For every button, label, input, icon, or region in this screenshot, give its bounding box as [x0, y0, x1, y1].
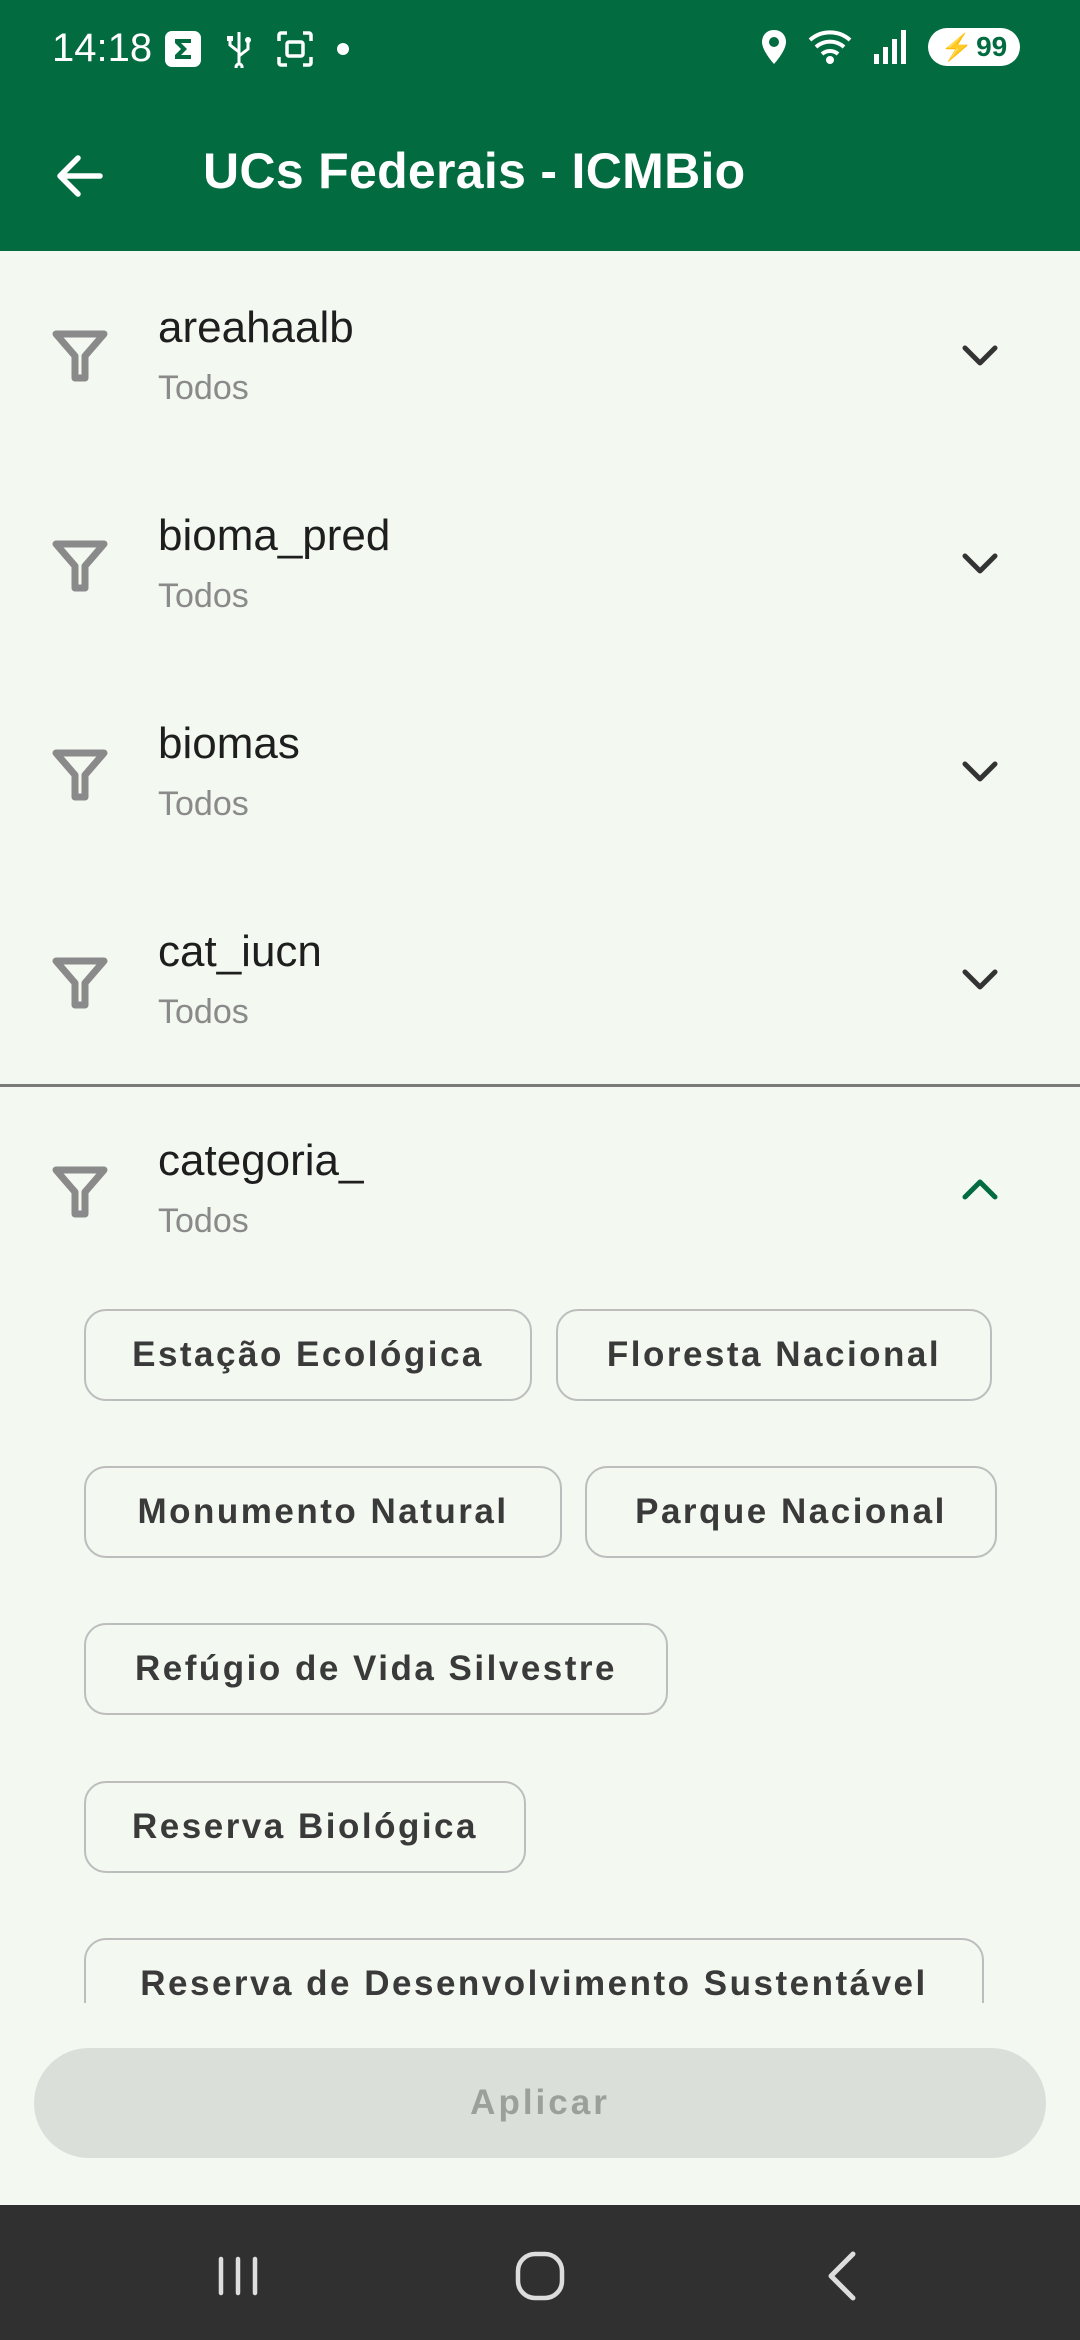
chip-monumento-natural[interactable]: Monumento Natural [84, 1466, 562, 1558]
location-icon [762, 30, 786, 64]
page-title: UCs Federais - ICMBio [203, 143, 746, 199]
status-notification-icons [164, 30, 350, 68]
chevron-down-icon[interactable] [955, 747, 1005, 797]
chevron-up-icon[interactable] [955, 1164, 1005, 1214]
filter-name: areahaalb [158, 303, 354, 352]
chevron-down-icon[interactable] [955, 955, 1005, 1005]
chip-refugio-de-vida-silvestre[interactable]: Refúgio de Vida Silvestre [84, 1623, 668, 1715]
filter-value: Todos [158, 785, 249, 823]
back-icon[interactable] [808, 2241, 878, 2311]
chevron-down-icon[interactable] [955, 539, 1005, 589]
filter-row-bioma_pred[interactable]: bioma_pred Todos [0, 459, 1080, 667]
screenshot-icon [277, 31, 313, 67]
status-bar: 14:18 ⚡ 99 [0, 0, 1080, 100]
filter-row-areahaalb[interactable]: areahaalb Todos [0, 251, 1080, 459]
chip-reserva-biologica[interactable]: Reserva Biológica [84, 1781, 526, 1873]
dot-icon [337, 43, 349, 55]
chevron-down-icon[interactable] [955, 331, 1005, 381]
signal-icon [874, 30, 906, 64]
filter-icon [52, 330, 108, 382]
battery-level: 99 [976, 31, 1008, 62]
filter-value: Todos [158, 369, 249, 407]
filter-name: categoria_ [158, 1136, 364, 1185]
usb-icon [227, 32, 251, 68]
filter-row-categoria_[interactable]: categoria_ Todos [0, 1087, 1080, 1295]
status-system-icons: ⚡ 99 [760, 28, 1020, 66]
wifi-icon [808, 30, 852, 64]
filter-name: cat_iucn [158, 927, 322, 976]
filter-value: Todos [158, 1202, 249, 1240]
filter-value: Todos [158, 577, 249, 615]
filter-name: bioma_pred [158, 511, 391, 560]
chip-reserva-de-desenvolvimento-sustentavel[interactable]: Reserva de Desenvolvimento Sustentável [84, 1938, 984, 2003]
status-time: 14:18 [52, 26, 153, 70]
recent-apps-icon[interactable] [203, 2241, 273, 2311]
apply-button[interactable]: Aplicar [34, 2048, 1046, 2158]
system-nav-bar [0, 2205, 1080, 2340]
filter-icon [52, 749, 108, 801]
filter-name: biomas [158, 719, 300, 768]
filter-icon [52, 540, 108, 592]
categoria-options-list[interactable]: Estação Ecológica Floresta Nacional Monu… [0, 1290, 1080, 2003]
filter-icon [52, 957, 108, 1009]
filter-row-cat_iucn[interactable]: cat_iucn Todos [0, 875, 1080, 1083]
chip-estacao-ecologica[interactable]: Estação Ecológica [84, 1309, 532, 1401]
sigma-notification-icon [165, 31, 201, 67]
filter-icon [52, 1166, 108, 1218]
arrow-back-icon[interactable] [50, 146, 110, 206]
filter-value: Todos [158, 993, 249, 1031]
battery-charging-icon: ⚡ 99 [928, 28, 1020, 66]
chip-floresta-nacional[interactable]: Floresta Nacional [556, 1309, 992, 1401]
filter-row-biomas[interactable]: biomas Todos [0, 667, 1080, 875]
chip-parque-nacional[interactable]: Parque Nacional [585, 1466, 997, 1558]
home-icon[interactable] [505, 2241, 575, 2311]
app-bar: UCs Federais - ICMBio [0, 100, 1080, 251]
